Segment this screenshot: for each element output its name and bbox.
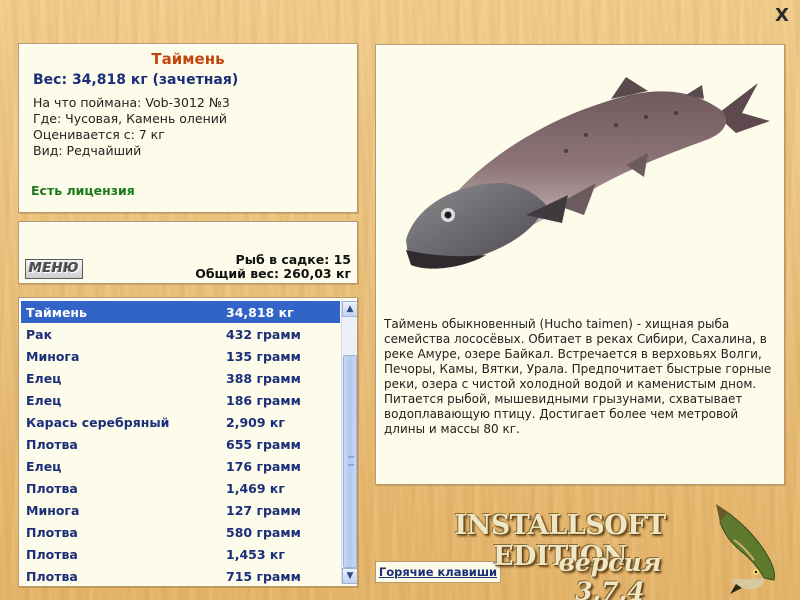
valued-from-line: Оценивается с: 7 кг — [33, 127, 165, 142]
catch-list-row[interactable]: Минога 127 грамм — [21, 499, 340, 521]
catch-fish-name: Таймень — [26, 305, 87, 320]
catch-fish-name: Минога — [26, 503, 80, 518]
catch-fish-weight: 2,909 кг — [226, 415, 285, 430]
fish-weight: Вес: 34,818 кг (зачетная) — [33, 72, 239, 88]
catch-list-row[interactable]: Плотва 1,453 кг — [21, 543, 340, 565]
total-weight: Общий вес: 260,03 кг — [195, 266, 351, 281]
catch-fish-name: Елец — [26, 371, 62, 386]
fish-image — [406, 77, 770, 269]
catch-list-row[interactable]: Елец 186 грамм — [21, 389, 340, 411]
catch-list-row[interactable]: Плотва 715 грамм — [21, 565, 340, 586]
catch-fish-weight: 186 грамм — [226, 393, 301, 408]
catch-fish-name: Плотва — [26, 525, 78, 540]
catch-fish-name: Плотва — [26, 437, 78, 452]
catch-fish-weight: 715 грамм — [226, 569, 301, 584]
list-scrollbar[interactable]: ▲ ▼ — [341, 301, 357, 584]
catch-fish-weight: 176 грамм — [226, 459, 301, 474]
catch-list-row[interactable]: Таймень 34,818 кг — [21, 301, 340, 323]
catch-fish-weight: 388 грамм — [226, 371, 301, 386]
fish-count: Рыб в садке: 15 — [235, 252, 351, 267]
arrow-up-icon[interactable]: ▲ — [342, 301, 357, 317]
catch-list-row[interactable]: Елец 176 грамм — [21, 455, 340, 477]
catch-fish-name: Плотва — [26, 569, 78, 584]
catch-fish-weight: 135 грамм — [226, 349, 301, 364]
catch-list-row[interactable]: Плотва 580 грамм — [21, 521, 340, 543]
bait-line: На что поймана: Vob-3012 №3 — [33, 95, 230, 110]
license-status: Есть лицензия — [31, 183, 135, 198]
catch-fish-weight: 34,818 кг — [226, 305, 294, 320]
arrow-down-icon[interactable]: ▼ — [342, 568, 357, 584]
close-button[interactable]: X — [772, 6, 792, 26]
fish-detail-panel: Таймень обыкновенный (Hucho taimen) - хи… — [375, 44, 785, 485]
fish-description: Таймень обыкновенный (Hucho taimen) - хи… — [384, 317, 772, 436]
catch-fish-name: Карась серебряный — [26, 415, 170, 430]
catch-fish-name: Елец — [26, 459, 62, 474]
catch-fish-weight: 1,453 кг — [226, 547, 285, 562]
menu-button[interactable]: МЕНЮ — [25, 259, 83, 279]
stats-panel: МЕНЮ Рыб в садке: 15 Общий вес: 260,03 к… — [18, 221, 358, 284]
catch-fish-weight: 127 грамм — [226, 503, 301, 518]
catch-fish-weight: 580 грамм — [226, 525, 301, 540]
catch-fish-weight: 432 грамм — [226, 327, 301, 342]
kind-line: Вид: Редчайший — [33, 143, 142, 158]
catch-fish-name: Елец — [26, 393, 62, 408]
catch-fish-name: Плотва — [26, 481, 78, 496]
catch-list-row[interactable]: Елец 388 грамм — [21, 367, 340, 389]
location-line: Где: Чусовая, Камень олений — [33, 111, 228, 126]
catch-fish-name: Плотва — [26, 547, 78, 562]
catch-fish-name: Рак — [26, 327, 53, 342]
catch-list-row[interactable]: Плотва 1,469 кг — [21, 477, 340, 499]
grip-icon — [348, 456, 354, 466]
scroll-thumb[interactable] — [343, 355, 357, 568]
catch-list[interactable]: Таймень 34,818 кг Рак 432 грамм Минога 135 гр… — [18, 297, 358, 587]
catch-list-row[interactable]: Минога 135 грамм — [21, 345, 340, 367]
fish-info-panel: Таймень Вес: 34,818 кг (зачетная) На что… — [18, 43, 358, 213]
pike-logo-icon — [716, 504, 775, 594]
catch-list-row[interactable]: Карась серебряный 2,909 кг — [21, 411, 340, 433]
catch-fish-name: Минога — [26, 349, 80, 364]
catch-list-row[interactable]: Рак 432 грамм — [21, 323, 340, 345]
version-label: версия 3.7.4 — [558, 548, 662, 600]
fish-title: Таймень — [151, 50, 225, 68]
catch-fish-weight: 1,469 кг — [226, 481, 285, 496]
catch-list-row[interactable]: Плотва 655 грамм — [21, 433, 340, 455]
catch-fish-weight: 655 грамм — [226, 437, 301, 452]
